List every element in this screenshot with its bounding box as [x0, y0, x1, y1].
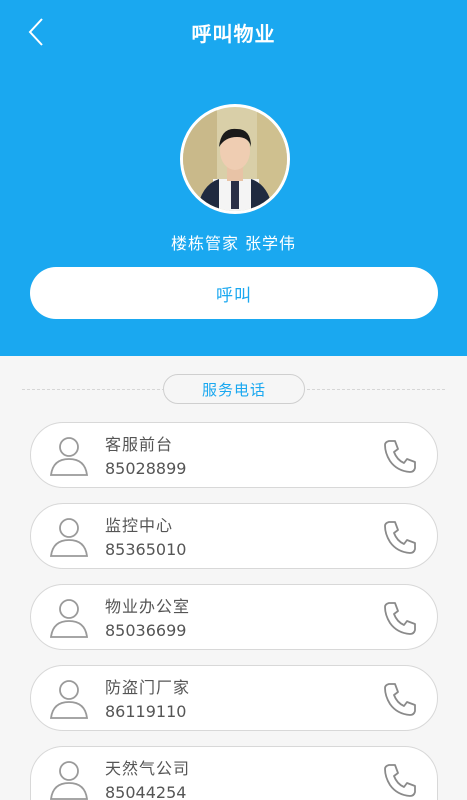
person-icon: [49, 518, 89, 557]
page-title: 呼叫物业: [191, 22, 276, 46]
phone-icon[interactable]: [381, 437, 419, 475]
contact-name: 物业办公室: [105, 597, 191, 616]
person-icon: [49, 599, 89, 638]
phone-icon[interactable]: [381, 599, 419, 637]
contact-item[interactable]: 防盗门厂家 86119110: [30, 665, 438, 731]
contact-name: 天然气公司: [105, 759, 191, 778]
avatar: [180, 104, 290, 214]
avatar-photo: [183, 107, 287, 211]
header: 呼叫物业 楼栋管家 张学伟 呼叫: [0, 0, 467, 356]
person-icon: [49, 680, 89, 719]
contact-name: 防盗门厂家: [105, 678, 191, 697]
manager-name: 楼栋管家 张学伟: [170, 234, 297, 253]
contact-name: 监控中心: [105, 516, 174, 535]
section-title: 服务电话: [163, 374, 305, 404]
phone-icon[interactable]: [381, 761, 419, 799]
phone-icon[interactable]: [381, 680, 419, 718]
phone-icon[interactable]: [381, 518, 419, 556]
person-icon: [49, 761, 89, 800]
contact-item[interactable]: 物业办公室 85036699: [30, 584, 438, 650]
call-button[interactable]: 呼叫: [30, 267, 438, 319]
person-icon: [49, 437, 89, 476]
contact-item[interactable]: 客服前台 85028899: [30, 422, 438, 488]
contact-item[interactable]: 监控中心 85365010: [30, 503, 438, 569]
contact-phone: 85036699: [105, 621, 187, 640]
contact-phone: 86119110: [105, 702, 187, 721]
contact-phone: 85028899: [105, 459, 187, 478]
contact-item[interactable]: 天然气公司 85044254: [30, 746, 438, 800]
contact-name: 客服前台: [105, 435, 174, 454]
contact-phone: 85365010: [105, 540, 187, 559]
contact-phone: 85044254: [105, 783, 187, 800]
